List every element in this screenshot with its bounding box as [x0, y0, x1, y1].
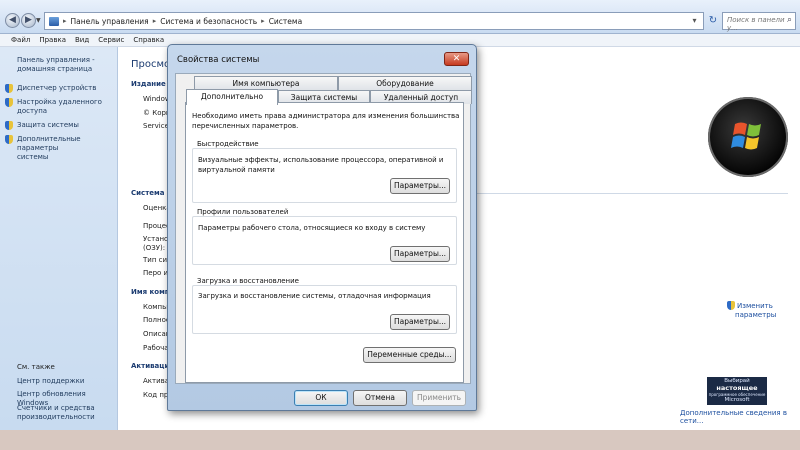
menu-help[interactable]: Справка — [133, 34, 164, 46]
shield-icon — [5, 84, 13, 93]
address-field[interactable]: ▸ Панель управления ▸ Система и безопасн… — [44, 12, 704, 30]
system-line: (ОЗУ): — [143, 244, 166, 252]
background-strip — [0, 430, 800, 450]
sidebar-item-system-protection[interactable]: Защита системы — [17, 121, 79, 130]
system-line: Перо и — [143, 269, 169, 277]
sidebar-item-label: производительности — [17, 413, 95, 421]
computer-line: Рабоча — [143, 344, 169, 352]
ok-button[interactable]: ОК — [294, 390, 348, 406]
dialog-title: Свойства системы — [177, 55, 260, 65]
windows-logo — [708, 97, 788, 177]
more-info-link[interactable]: Дополнительные сведения в сети... — [680, 409, 800, 425]
startup-recovery-group-text: Загрузка и восстановление системы, отлад… — [198, 292, 431, 300]
sidebar-item-label: Настройка удаленного — [17, 98, 102, 106]
chevron-right-icon: ▸ — [63, 17, 67, 25]
apply-button[interactable]: Применить — [412, 390, 466, 406]
search-icon[interactable]: ⌕ — [787, 15, 792, 25]
startup-recovery-group-title: Загрузка и восстановление — [195, 277, 301, 285]
history-dropdown-icon[interactable]: ▼ — [36, 17, 41, 24]
tab-computer-name[interactable]: Имя компьютера — [194, 76, 338, 90]
chevron-right-icon: ▸ — [152, 17, 157, 25]
menu-edit[interactable]: Правка — [39, 34, 66, 46]
genuine-line: настоящее — [716, 383, 758, 392]
sidebar-item-device-manager[interactable]: Диспетчер устройств — [17, 84, 96, 93]
sidebar-item-label: системы — [17, 153, 49, 161]
breadcrumb-item[interactable]: Панель управления — [71, 17, 149, 26]
search-placeholder: Поиск в панели у... — [727, 16, 785, 32]
sidebar-item-remote-access[interactable]: Настройка удаленного доступа — [17, 98, 102, 116]
refresh-icon[interactable]: ↻ — [706, 13, 720, 29]
system-properties-dialog: Свойства системы ✕ Имя компьютера Оборуд… — [167, 44, 477, 411]
control-panel-icon — [49, 16, 59, 26]
sidebar-item-label: Защита системы — [17, 121, 79, 129]
change-settings-label: Изменить — [737, 302, 773, 310]
startup-recovery-settings-button[interactable]: Параметры... — [390, 314, 450, 330]
sidebar-item-label: Счетчики и средства — [17, 404, 95, 412]
change-settings-link-line2[interactable]: параметры — [735, 311, 776, 320]
tab-advanced[interactable]: Дополнительно — [186, 89, 278, 105]
genuine-microsoft-badge[interactable]: Выбирай настоящее программное обеспечени… — [707, 377, 767, 405]
user-profiles-settings-button[interactable]: Параметры... — [390, 246, 450, 262]
menu-view[interactable]: Вид — [75, 34, 89, 46]
cancel-button[interactable]: Отмена — [353, 390, 407, 406]
admin-note: Необходимо иметь права администратора дл… — [192, 112, 460, 130]
see-also-heading: См. также — [17, 363, 55, 371]
sidebar-item-action-center[interactable]: Центр поддержки — [17, 377, 84, 386]
menu-file[interactable]: Файл — [11, 34, 30, 46]
shield-icon — [5, 135, 13, 144]
close-icon[interactable]: ✕ — [444, 52, 469, 66]
sidebar-item-label: доступа — [17, 107, 48, 115]
tab-hardware[interactable]: Оборудование — [338, 76, 472, 90]
chevron-down-icon[interactable]: ▾ — [686, 13, 703, 29]
chevron-right-icon: ▸ — [261, 17, 265, 25]
performance-group-title: Быстродействие — [195, 140, 261, 148]
breadcrumb-item[interactable]: Система и безопасность — [160, 17, 257, 26]
environment-variables-button[interactable]: Переменные среды... — [363, 347, 456, 363]
sidebar-item-advanced-settings[interactable]: Дополнительные параметры системы — [17, 135, 117, 162]
menu-tools[interactable]: Сервис — [98, 34, 124, 46]
back-arrow-icon[interactable]: ◀ — [5, 13, 20, 28]
user-profiles-group-title: Профили пользователей — [195, 208, 291, 216]
shield-icon — [5, 98, 13, 107]
edition-line: Service — [143, 122, 169, 130]
shield-icon — [5, 121, 13, 130]
system-line: Процес — [143, 222, 170, 230]
user-profiles-group-text: Параметры рабочего стола, относящиеся ко… — [198, 224, 426, 232]
sidebar: Панель управления - домашняя страница Ди… — [0, 47, 118, 430]
sidebar-home-link[interactable]: Панель управления - домашняя страница — [17, 56, 95, 74]
address-toolbar: ◀ ▶ ▼ ▸ Панель управления ▸ Система и бе… — [0, 0, 800, 34]
change-settings-link[interactable]: Изменить — [737, 302, 773, 311]
windows-flag-icon — [731, 122, 761, 150]
performance-group-text: Визуальные эффекты, использование процес… — [198, 156, 444, 174]
sidebar-item-label: Дополнительные параметры — [17, 135, 81, 152]
sidebar-item-performance[interactable]: Счетчики и средства производительности — [17, 404, 95, 422]
forward-arrow-icon[interactable]: ▶ — [21, 13, 36, 28]
sidebar-home-line: Панель управления - — [17, 56, 95, 64]
breadcrumb-item[interactable]: Система — [269, 17, 302, 26]
sidebar-home-line: домашняя страница — [17, 65, 93, 73]
performance-settings-button[interactable]: Параметры... — [390, 178, 450, 194]
genuine-line: Microsoft — [724, 397, 750, 403]
sidebar-item-label: Диспетчер устройств — [17, 84, 97, 92]
shield-icon — [727, 301, 735, 310]
system-heading: Система — [131, 189, 165, 197]
search-input[interactable]: Поиск в панели у... ⌕ — [722, 12, 796, 32]
